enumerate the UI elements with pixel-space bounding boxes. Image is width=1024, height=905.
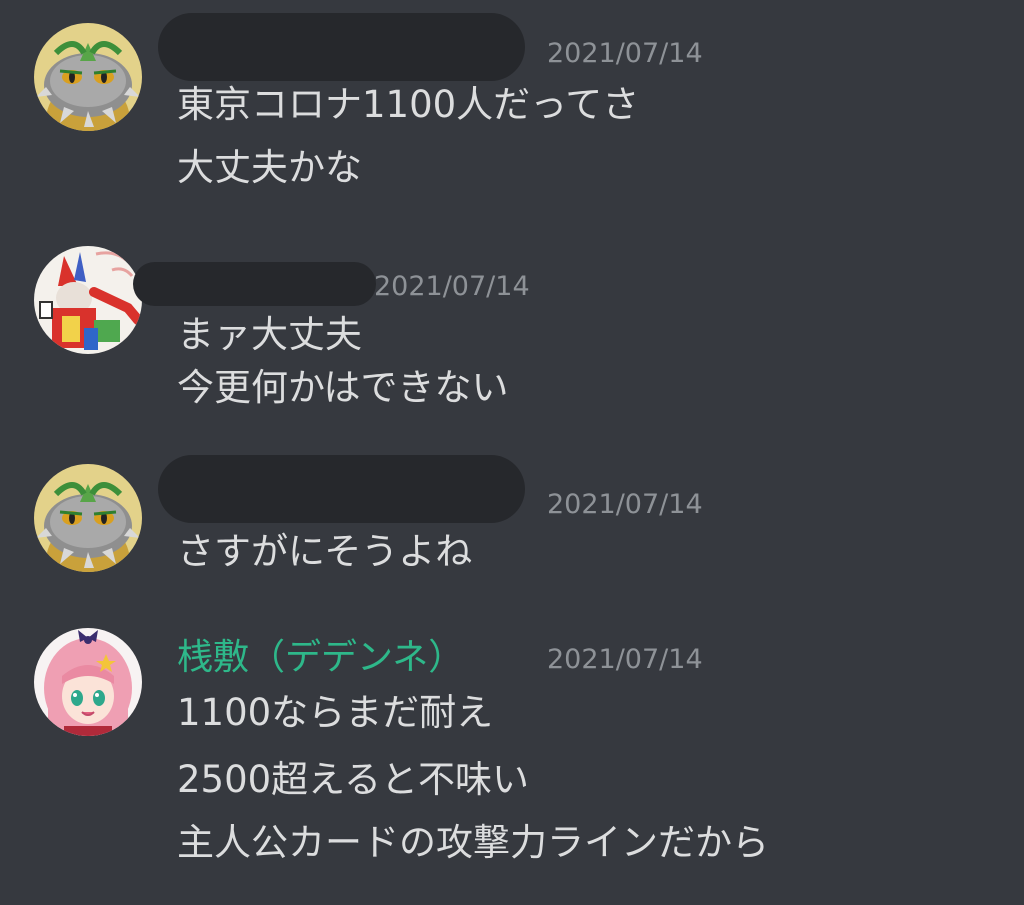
pink-hair-anime-girl-avatar-icon[interactable] — [34, 628, 142, 736]
message-text: まァ大丈夫 — [177, 313, 362, 356]
message-timestamp: 2021/07/14 — [547, 38, 703, 69]
message-text: 2500超えると不味い — [177, 758, 530, 801]
message-text: 大丈夫かな — [177, 146, 362, 189]
redacted-username — [133, 262, 376, 306]
message-text: 今更何かはできない — [177, 366, 509, 409]
message-text: 主人公カードの攻撃力ラインだから — [177, 821, 769, 864]
chat-screen: { "colors": { "background": "#36393f", "… — [0, 0, 1024, 905]
spiked-pokemon-avatar-icon[interactable] — [34, 23, 142, 131]
message-text: さすがにそうよね — [177, 530, 473, 573]
message-author[interactable]: 桟敷（デデンネ） — [177, 638, 464, 678]
message-text: 1100ならまだ耐え — [177, 691, 494, 734]
message-text: 東京コロナ1100人だってさ — [177, 83, 640, 126]
redacted-username — [158, 13, 525, 81]
redacted-username — [158, 455, 525, 523]
message-timestamp: 2021/07/14 — [374, 271, 530, 302]
spiked-pokemon-avatar-icon[interactable] — [34, 464, 142, 572]
message-timestamp: 2021/07/14 — [547, 644, 703, 675]
message-timestamp: 2021/07/14 — [547, 489, 703, 520]
red-character-avatar-icon[interactable] — [34, 246, 142, 354]
